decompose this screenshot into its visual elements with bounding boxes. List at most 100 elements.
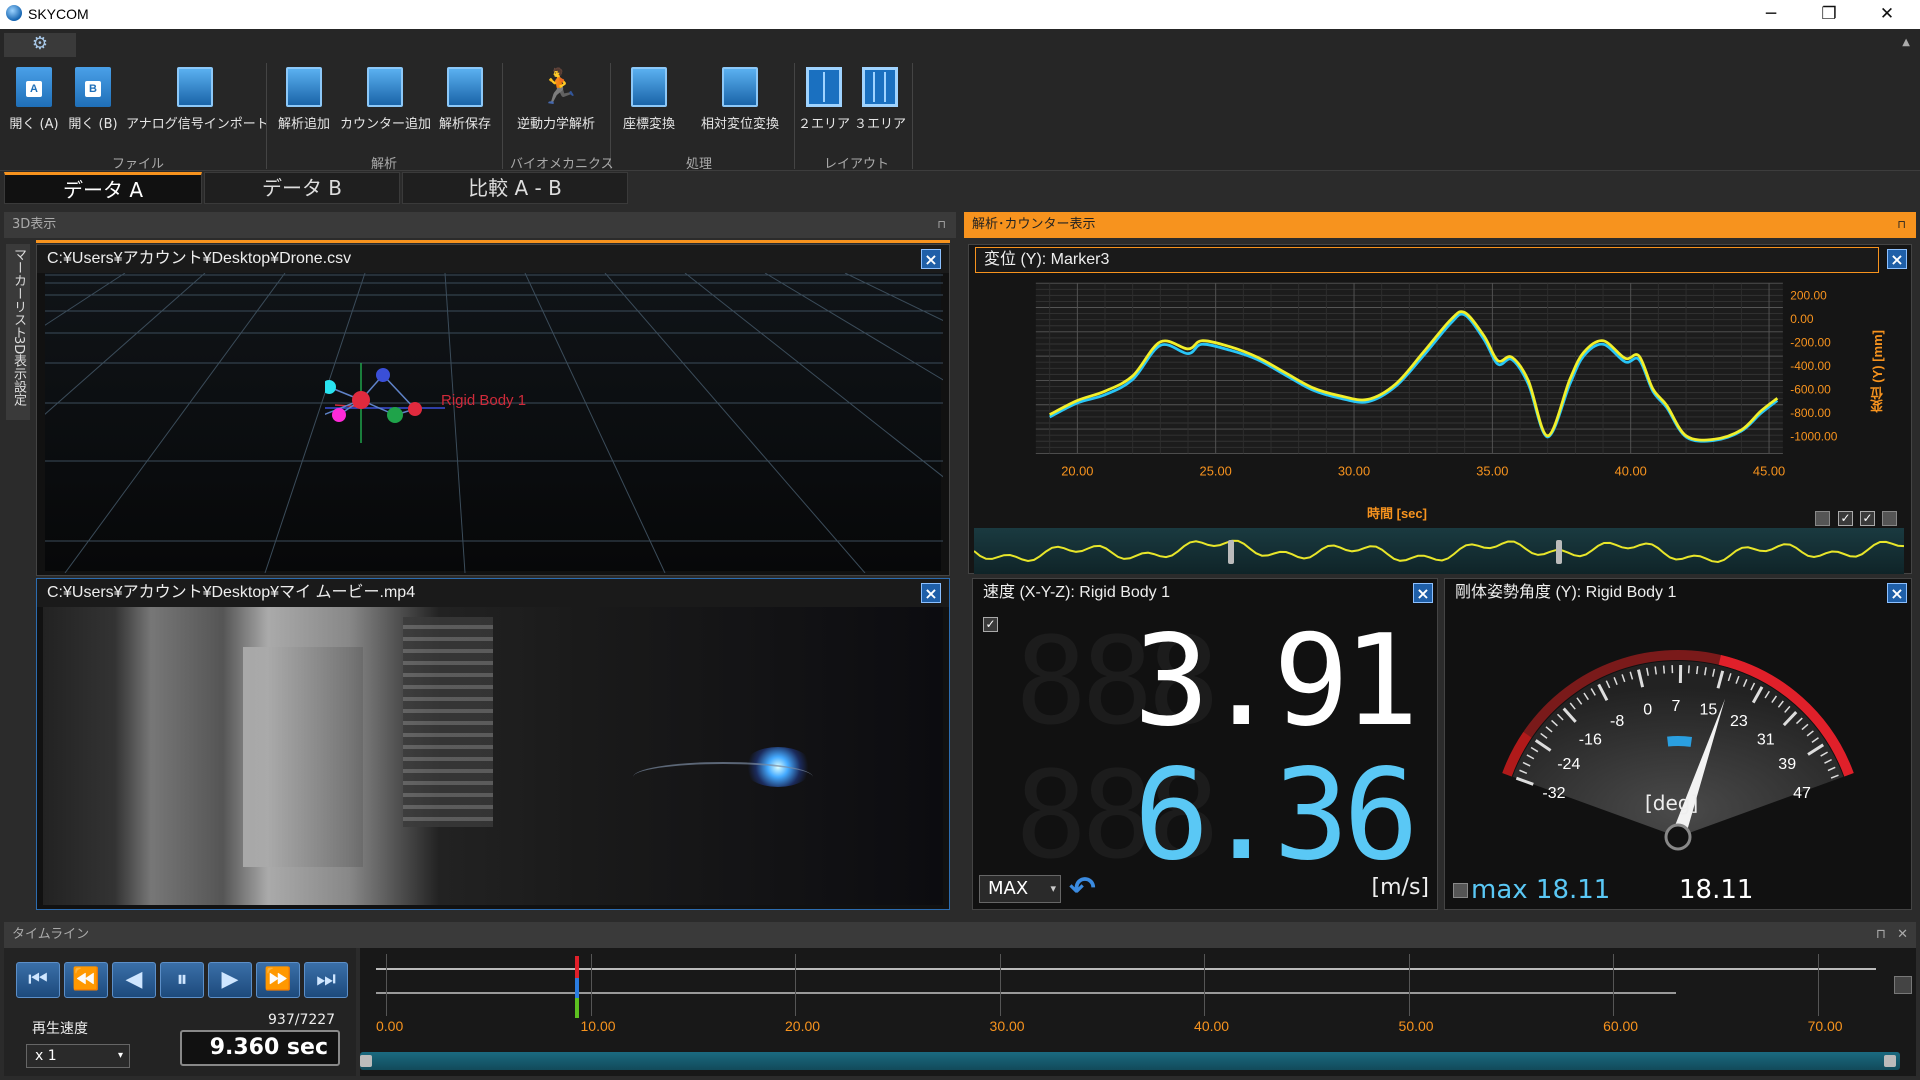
overview-handle-left[interactable] bbox=[1228, 540, 1234, 564]
marker-cyan bbox=[325, 380, 336, 394]
chart-title: 変位 (Y): Marker3 bbox=[975, 247, 1879, 273]
close-speed-icon[interactable]: × bbox=[1413, 583, 1433, 603]
coordinate-transform-button[interactable]: 座標変換 bbox=[614, 67, 684, 159]
step-back-button[interactable]: ⏪ bbox=[64, 962, 108, 998]
gauge-tick-label: 0 bbox=[1643, 702, 1652, 719]
group-label-file: ファイル bbox=[112, 157, 165, 172]
tab-compare[interactable]: 比較 A - B bbox=[402, 172, 628, 204]
speed-mode-select[interactable]: MAX ▾ bbox=[979, 875, 1061, 903]
marker-green bbox=[387, 407, 403, 423]
collapse-ribbon-icon[interactable]: ▲ bbox=[1902, 37, 1910, 48]
overview-handle-right[interactable] bbox=[1556, 540, 1562, 564]
close-timeline-icon[interactable]: ✕ bbox=[1897, 922, 1908, 948]
view-3d: C:¥Users¥アカウント¥Desktop¥Drone.csv × Rigid… bbox=[0, 244, 1466, 576]
gauge-tick-label: 31 bbox=[1757, 731, 1775, 748]
close-gauge-icon[interactable]: × bbox=[1887, 583, 1907, 603]
timeline-cursor[interactable] bbox=[575, 956, 580, 1018]
side-tabs: マーカーリスト 3D表示設定 bbox=[6, 244, 30, 420]
panel-3d-header: 3D表示 ⊓ bbox=[4, 212, 956, 238]
add-analysis-icon bbox=[286, 67, 322, 107]
speed-title: 速度 (X-Y-Z): Rigid Body 1 bbox=[973, 579, 1437, 607]
chart-overview[interactable] bbox=[973, 528, 1905, 574]
relative-displacement-button[interactable]: 相対変位変換 bbox=[690, 67, 790, 159]
app-logo-icon bbox=[6, 5, 22, 21]
timeline-tick bbox=[590, 954, 592, 1016]
play-button[interactable]: ▶ bbox=[208, 962, 252, 998]
reset-icon[interactable]: ↶ bbox=[1069, 869, 1096, 907]
timeline-option-box[interactable] bbox=[1894, 976, 1912, 994]
two-area-layout-button[interactable]: ２エリア bbox=[798, 67, 850, 159]
pause-button[interactable]: ⏸ bbox=[160, 962, 204, 998]
gauge-tick-label: -24 bbox=[1557, 756, 1580, 773]
timeline-tick-label: 0.00 bbox=[376, 1018, 404, 1034]
skip-end-button[interactable]: ⏭ bbox=[304, 962, 348, 998]
group-label-processing: 処理 bbox=[686, 157, 713, 172]
series-checkbox-4[interactable] bbox=[1882, 511, 1897, 526]
video-frame[interactable] bbox=[43, 607, 943, 905]
close-chart-icon[interactable]: × bbox=[1887, 249, 1907, 269]
tab-data-b[interactable]: データ B bbox=[204, 172, 400, 204]
maximize-button[interactable]: ❐ bbox=[1800, 0, 1858, 29]
tab-data-a[interactable]: データ A bbox=[4, 172, 202, 204]
minimize-button[interactable]: ─ bbox=[1742, 0, 1800, 29]
panel-3d-title: 3D表示 bbox=[12, 217, 57, 232]
pin-icon[interactable]: ⊓ bbox=[937, 212, 946, 238]
open-b-button[interactable]: B 開く (B) bbox=[64, 67, 122, 159]
scene-3d-canvas[interactable]: Rigid Body 1 bbox=[0, 272, 1466, 574]
app-title: SKYCOM bbox=[28, 6, 89, 22]
gauge-max-checkbox[interactable] bbox=[1453, 883, 1468, 898]
rigid-body-label: Rigid Body 1 bbox=[441, 392, 527, 409]
ribbon-separator bbox=[794, 63, 795, 169]
y-tick-label: -400.00 bbox=[1790, 359, 1831, 373]
open-a-button[interactable]: A 開く (A) bbox=[6, 67, 62, 159]
scroll-left-handle[interactable] bbox=[360, 1055, 372, 1067]
gauge-tick-label: 15 bbox=[1699, 702, 1717, 719]
timeline-tick-label: 40.00 bbox=[1194, 1018, 1230, 1034]
side-tab-3d-settings[interactable]: 3D表示設定 bbox=[8, 336, 28, 406]
step-forward-button[interactable]: ⏩ bbox=[256, 962, 300, 998]
pin-icon[interactable]: ⊓ bbox=[1897, 212, 1906, 238]
gauge-tick bbox=[1654, 666, 1657, 675]
open-b-icon: B bbox=[75, 67, 111, 107]
timeline-tick bbox=[386, 954, 387, 1016]
timeline-title: タイムライン bbox=[12, 927, 90, 942]
play-reverse-button[interactable]: ◀ bbox=[112, 962, 156, 998]
close-video-icon[interactable]: × bbox=[921, 583, 941, 603]
pin-icon[interactable]: ⊓ bbox=[1876, 922, 1886, 948]
series-checkbox-1[interactable] bbox=[1815, 511, 1830, 526]
marker-red bbox=[408, 402, 422, 416]
marker-red-center bbox=[352, 391, 370, 409]
speed-checkbox[interactable]: ✓ bbox=[983, 617, 998, 632]
series-checkbox-3[interactable]: ✓ bbox=[1860, 511, 1875, 526]
inverse-dynamics-button[interactable]: 🏃 逆動力学解析 bbox=[506, 67, 606, 159]
add-analysis-button[interactable]: 解析追加 bbox=[270, 67, 338, 159]
skip-start-button[interactable]: ⏮ bbox=[16, 962, 60, 998]
y-tick-label: 200.00 bbox=[1790, 289, 1827, 303]
y-tick-label: -600.00 bbox=[1790, 382, 1831, 396]
scroll-right-handle[interactable] bbox=[1884, 1055, 1896, 1067]
y-tick-label: -1000.00 bbox=[1790, 429, 1838, 443]
gauge-value-band bbox=[1667, 736, 1693, 747]
ribbon-toolbar: ⚙ ▲ A 開く (A) B 開く (B) アナログ信号インポート 解析追加 カ… bbox=[0, 29, 1920, 172]
speed-label: 再生速度 bbox=[32, 1021, 88, 1037]
timeline-track[interactable]: 0.00 10.00 20.00 30.00 40.00 50.00 60.00 70.00 bbox=[360, 948, 1916, 1076]
close-window-button[interactable]: ✕ bbox=[1858, 0, 1916, 29]
y-tick-label: -200.00 bbox=[1790, 335, 1831, 349]
group-label-biomechanics: バイオメカニクス bbox=[510, 157, 614, 172]
timeline-tick bbox=[999, 954, 1001, 1016]
displacement-chart[interactable]: 200.00 0.00 -200.00 -400.00 -600.00 -800.00 -1… bbox=[968, 274, 1920, 504]
three-area-layout-button[interactable]: ３エリア bbox=[854, 67, 906, 159]
timeline-scrollbar[interactable] bbox=[360, 1052, 1900, 1070]
overview-wave bbox=[973, 539, 1905, 564]
timeline-tick-label: 60.00 bbox=[1603, 1018, 1639, 1034]
series-checkbox-2[interactable]: ✓ bbox=[1838, 511, 1853, 526]
close-view-3d-icon[interactable]: × bbox=[921, 249, 941, 269]
settings-gear-icon[interactable]: ⚙ bbox=[4, 33, 76, 57]
timeline-header: タイムライン ⊓ ✕ bbox=[4, 922, 1916, 948]
side-tab-marker-list[interactable]: マーカーリスト bbox=[8, 248, 28, 339]
playback-speed-select[interactable]: x 1 ▾ bbox=[26, 1044, 130, 1068]
analog-import-button[interactable]: アナログ信号インポート bbox=[126, 67, 269, 159]
save-analysis-button[interactable]: 解析保存 bbox=[432, 67, 498, 159]
add-counter-button[interactable]: カウンター追加 bbox=[340, 67, 431, 159]
x-tick-label: 20.00 bbox=[1061, 463, 1093, 478]
